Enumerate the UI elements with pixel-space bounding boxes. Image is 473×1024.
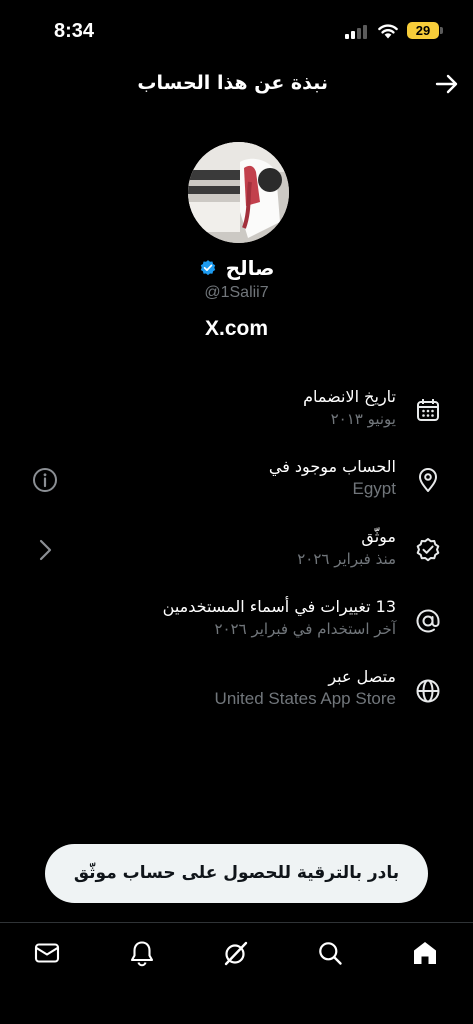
info-row-text: موثّق منذ فبراير ٢٠٢٦	[297, 526, 396, 570]
verified-check-icon	[416, 538, 440, 562]
status-time: 8:34	[54, 20, 95, 42]
status-bar: 8:34 29	[0, 0, 473, 62]
profile-site[interactable]: X.com	[0, 317, 473, 341]
row-title: موثّق	[361, 527, 396, 546]
info-row-text: الحساب موجود في Egypt	[269, 456, 396, 500]
row-subtitle: آخر استخدام في فبراير ٢٠٢٦	[214, 620, 396, 638]
row-title: تاريخ الانضمام	[303, 387, 396, 406]
row-title: الحساب موجود في	[268, 457, 396, 476]
search-icon[interactable]	[316, 939, 344, 967]
info-row-verified[interactable]: موثّق منذ فبراير ٢٠٢٦	[0, 526, 473, 586]
row-subtitle: منذ فبراير ٢٠٢٦	[297, 550, 396, 568]
chevron-right-icon[interactable]	[31, 536, 59, 564]
grok-icon[interactable]	[222, 939, 250, 967]
bottom-tab-bar	[0, 922, 473, 1024]
battery-tip	[440, 27, 443, 34]
info-row-text: متصل عبر United States App Store	[215, 666, 396, 710]
row-title: متصل عبر	[328, 667, 396, 686]
info-row-location: الحساب موجود في Egypt	[0, 456, 473, 516]
display-name: صالح	[225, 256, 275, 280]
row-subtitle: يونيو ٢٠١٣	[330, 410, 396, 428]
globe-icon	[416, 679, 440, 703]
info-row-text: تاريخ الانضمام يونيو ٢٠١٣	[303, 386, 396, 430]
upgrade-verified-button[interactable]: بادر بالترقية للحصول على حساب موثّق	[45, 844, 428, 903]
row-subtitle: United States App Store	[214, 689, 396, 708]
info-icon[interactable]	[31, 466, 59, 494]
row-title: 13 تغييرات في أسماء المستخدمين	[162, 597, 396, 616]
avatar[interactable]	[188, 142, 289, 243]
wifi-icon	[378, 24, 398, 39]
verified-badge-icon[interactable]	[199, 259, 217, 277]
top-header: نبذة عن هذا الحساب	[0, 62, 473, 106]
messages-envelope-icon[interactable]	[33, 939, 61, 967]
page-title: نبذة عن هذا الحساب	[137, 72, 328, 94]
at-sign-icon	[416, 609, 440, 633]
notifications-bell-icon[interactable]	[128, 939, 156, 967]
cellular-signal-icon	[345, 25, 369, 39]
location-pin-icon	[419, 468, 437, 492]
profile-name-row: صالح	[0, 256, 473, 280]
arrow-right-icon[interactable]	[434, 72, 460, 96]
info-row-text: 13 تغييرات في أسماء المستخدمين آخر استخد…	[163, 596, 396, 640]
info-row-connected-via: متصل عبر United States App Store	[0, 666, 473, 726]
profile-handle: @1Salii7	[204, 284, 269, 301]
info-row-username-changes: 13 تغييرات في أسماء المستخدمين آخر استخد…	[0, 596, 473, 656]
battery-level: 29	[407, 22, 439, 39]
calendar-icon	[417, 399, 439, 421]
info-row-join-date: تاريخ الانضمام يونيو ٢٠١٣	[0, 386, 473, 446]
avatar-image	[188, 142, 289, 243]
row-subtitle: Egypt	[352, 479, 396, 498]
home-icon[interactable]	[411, 939, 439, 967]
